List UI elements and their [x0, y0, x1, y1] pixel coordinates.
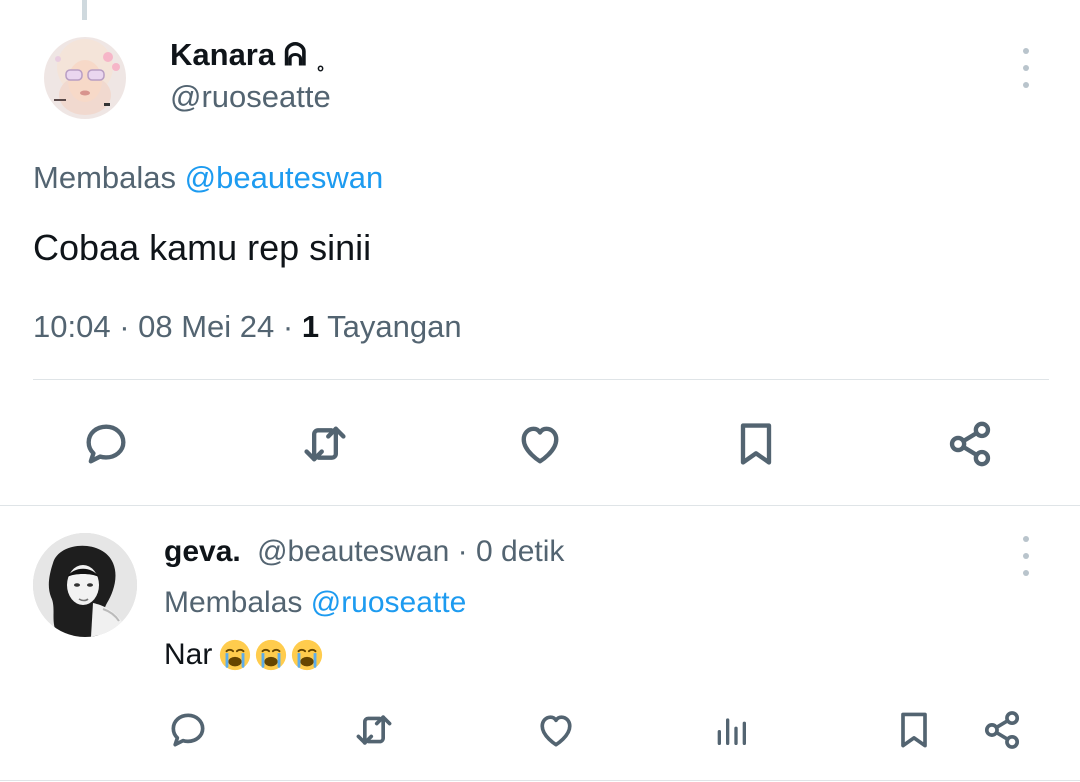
- heart-icon: [521, 426, 559, 464]
- replying-to-mention[interactable]: @beauteswan: [185, 160, 384, 195]
- reply-reply-button[interactable]: [164, 706, 212, 754]
- meta-separator: ·: [119, 309, 139, 344]
- reply-header: geva. @beauteswan · 0 detik: [164, 535, 564, 569]
- avatar-kanara[interactable]: [44, 37, 126, 119]
- reply-button[interactable]: [78, 416, 134, 472]
- reply-share-button[interactable]: [978, 706, 1026, 754]
- speech-bubble-icon: [171, 713, 205, 747]
- retweet-icon: [356, 715, 392, 745]
- reply-text-body: Nar: [164, 638, 213, 671]
- reply-retweet-button[interactable]: [349, 706, 399, 754]
- thread-connector-line: [82, 0, 87, 20]
- reply-bookmark-button[interactable]: [890, 706, 938, 754]
- views-count: 1: [301, 309, 320, 344]
- header-separator: ·: [457, 535, 476, 568]
- reply-more-options-icon[interactable]: [1016, 536, 1036, 576]
- replying-label: Membalas: [33, 160, 176, 195]
- section-divider: [0, 505, 1080, 506]
- divider: [33, 379, 1049, 380]
- reply-replying-to-line: Membalas @ruoseatte: [164, 586, 466, 620]
- reply-like-button[interactable]: [532, 706, 580, 754]
- share-button[interactable]: [942, 416, 998, 472]
- reply-replying-label: Membalas: [164, 586, 303, 619]
- reply-handle[interactable]: @beauteswan: [257, 535, 449, 568]
- reply-time-ago[interactable]: 0 detik: [476, 535, 564, 568]
- tweet-metadata: 10:04 · 08 Mei 24 · 1 Tayangan: [33, 309, 462, 345]
- reply-tweet-text: Nar: [164, 638, 324, 672]
- bookmark-icon: [740, 423, 772, 465]
- display-name[interactable]: Kanara ᕱ ˳: [170, 37, 326, 74]
- reply-replying-to-mention[interactable]: @ruoseatte: [311, 586, 467, 619]
- speech-bubble-icon: [86, 424, 126, 464]
- loudly-crying-face-emoji: [292, 639, 323, 671]
- username-handle[interactable]: @ruoseatte: [170, 79, 331, 115]
- more-options-icon[interactable]: [1016, 48, 1036, 88]
- like-button[interactable]: [512, 416, 568, 472]
- retweet-icon: [304, 426, 346, 462]
- loudly-crying-face-emoji: [256, 639, 287, 671]
- reply-views-button[interactable]: [707, 706, 755, 754]
- views-label: Tayangan: [327, 309, 462, 344]
- retweet-button[interactable]: [296, 416, 354, 472]
- bookmark-button[interactable]: [728, 416, 784, 472]
- avatar-geva[interactable]: [33, 533, 137, 637]
- replying-to-line: Membalas @beauteswan: [33, 160, 383, 196]
- loudly-crying-face-emoji: [220, 639, 251, 671]
- tweet-date[interactable]: 08 Mei 24: [138, 309, 274, 344]
- reply-display-name[interactable]: geva.: [164, 535, 241, 568]
- bookmark-icon: [901, 712, 927, 748]
- share-icon: [984, 711, 1020, 749]
- tweet-time[interactable]: 10:04: [33, 309, 111, 344]
- share-icon: [949, 421, 991, 467]
- meta-separator: ·: [282, 309, 302, 344]
- heart-icon: [540, 715, 572, 747]
- bar-chart-icon: [717, 718, 746, 745]
- bottom-divider: [0, 780, 1080, 781]
- tweet-text: Cobaa kamu rep sinii: [33, 227, 372, 268]
